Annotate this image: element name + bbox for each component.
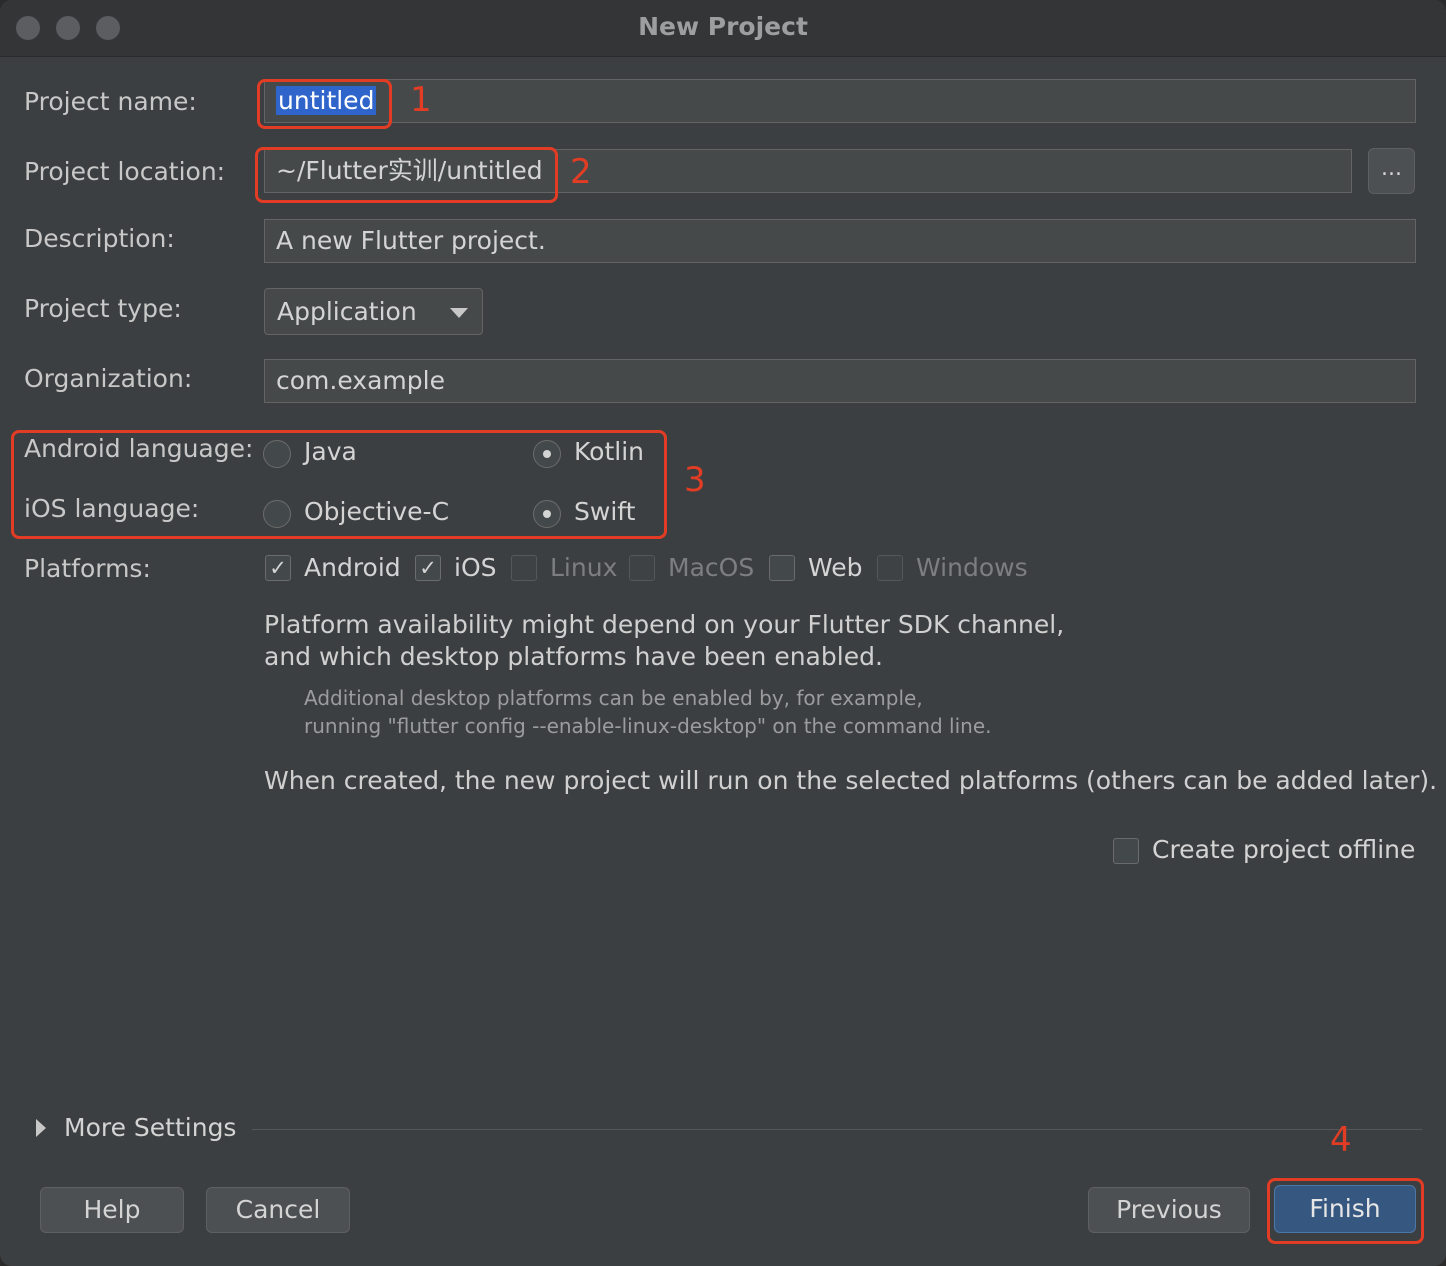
platform-note-line-2: and which desktop platforms have been en… bbox=[264, 642, 883, 671]
annotation-box-4 bbox=[1267, 1178, 1424, 1244]
checkbox-windows[interactable] bbox=[877, 555, 903, 581]
project-location-label: Project location: bbox=[24, 157, 226, 186]
organization-input[interactable]: com.example bbox=[264, 359, 1416, 403]
chevron-down-icon bbox=[450, 308, 468, 318]
cancel-button[interactable]: Cancel bbox=[206, 1187, 350, 1233]
checkbox-web-label[interactable]: Web bbox=[808, 553, 863, 582]
expand-triangle-icon[interactable] bbox=[36, 1119, 46, 1137]
annotation-number-1: 1 bbox=[410, 80, 432, 120]
description-input[interactable]: A new Flutter project. bbox=[264, 219, 1416, 263]
create-offline-label[interactable]: Create project offline bbox=[1152, 835, 1415, 864]
annotation-box-1 bbox=[257, 79, 392, 129]
annotation-box-2 bbox=[255, 147, 558, 203]
project-type-value: Application bbox=[277, 297, 417, 326]
project-type-label: Project type: bbox=[24, 294, 182, 323]
project-type-select[interactable]: Application bbox=[264, 288, 483, 335]
checkbox-ios-label[interactable]: iOS bbox=[454, 553, 497, 582]
organization-label: Organization: bbox=[24, 364, 193, 393]
organization-value: com.example bbox=[276, 366, 445, 395]
platform-hint-line-1: Additional desktop platforms can be enab… bbox=[304, 686, 923, 710]
help-button[interactable]: Help bbox=[40, 1187, 184, 1233]
project-name-input[interactable]: untitled bbox=[264, 79, 1416, 123]
annotation-number-2: 2 bbox=[570, 152, 592, 192]
checkbox-android[interactable]: ✓ bbox=[265, 555, 291, 581]
platform-hint-line-2: running "flutter config --enable-linux-d… bbox=[304, 714, 992, 738]
description-value: A new Flutter project. bbox=[276, 226, 546, 255]
title-bar: New Project bbox=[0, 0, 1446, 57]
checkbox-windows-label: Windows bbox=[916, 553, 1028, 582]
more-settings-toggle[interactable]: More Settings bbox=[64, 1113, 236, 1142]
checkbox-macos-label: MacOS bbox=[668, 553, 755, 582]
annotation-number-4: 4 bbox=[1330, 1120, 1352, 1160]
checkbox-android-label[interactable]: Android bbox=[304, 553, 401, 582]
platform-note-line-1: Platform availability might depend on yo… bbox=[264, 610, 1065, 639]
checkbox-ios[interactable]: ✓ bbox=[415, 555, 441, 581]
created-note: When created, the new project will run o… bbox=[264, 766, 1438, 795]
checkbox-create-offline[interactable] bbox=[1113, 838, 1139, 864]
checkbox-macos[interactable] bbox=[629, 555, 655, 581]
browse-location-button[interactable]: ... bbox=[1368, 148, 1415, 194]
window-title: New Project bbox=[638, 12, 808, 41]
platforms-label: Platforms: bbox=[24, 554, 151, 583]
checkbox-web[interactable] bbox=[769, 555, 795, 581]
more-settings-divider bbox=[252, 1129, 1422, 1130]
checkbox-linux[interactable] bbox=[511, 555, 537, 581]
project-name-label: Project name: bbox=[24, 87, 197, 116]
annotation-box-3 bbox=[11, 430, 667, 539]
new-project-dialog: New Project Project name: untitled Proje… bbox=[0, 0, 1446, 1266]
description-label: Description: bbox=[24, 224, 175, 253]
previous-button[interactable]: Previous bbox=[1088, 1187, 1250, 1233]
checkbox-linux-label: Linux bbox=[550, 553, 618, 582]
annotation-number-3: 3 bbox=[684, 460, 706, 500]
